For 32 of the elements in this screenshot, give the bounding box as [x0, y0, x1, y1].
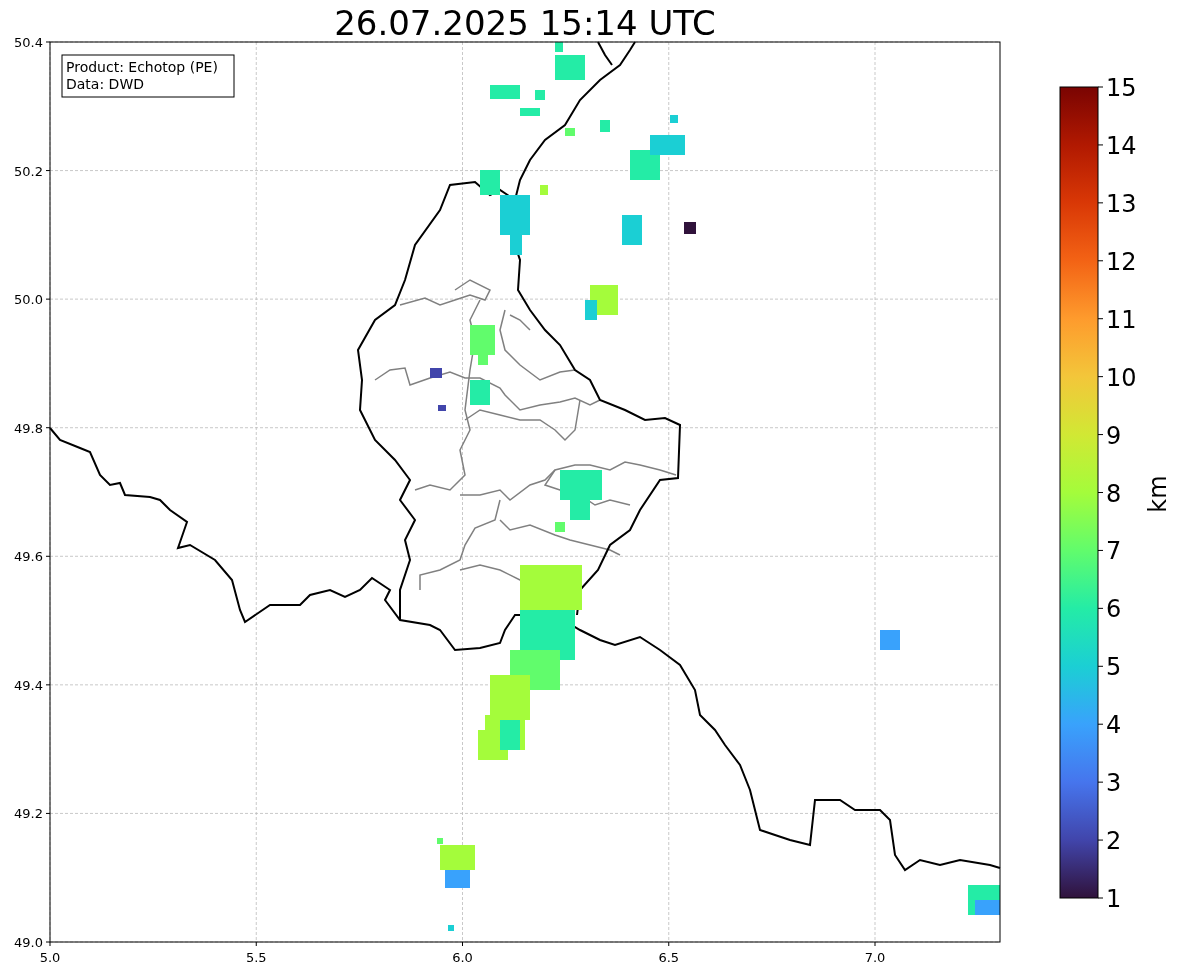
y-tick-label: 49.0: [14, 935, 43, 950]
x-tick-label: 6.5: [658, 950, 680, 965]
colorbar-tick-label: 8: [1106, 479, 1122, 508]
y-tick-label: 50.4: [14, 35, 43, 50]
y-tick-label: 49.2: [14, 806, 43, 822]
y-tick-label: 50.0: [14, 292, 43, 308]
colorbar-tick-label: 1: [1106, 885, 1122, 913]
x-tick-label: 5.5: [245, 950, 267, 965]
colorbar-tick-label: 6: [1106, 595, 1122, 624]
colorbar-tick-label: 3: [1106, 769, 1122, 798]
x-tick-label: 7.0: [864, 950, 886, 965]
colorbar-tick-label: 15: [1106, 74, 1137, 102]
colorbar-tick-label: 2: [1106, 827, 1122, 856]
colorbar-label: km: [1144, 475, 1172, 513]
y-tick-label: 49.4: [14, 677, 43, 693]
colorbar-tick-label: 10: [1106, 363, 1137, 392]
chart-title: 26.07.2025 15:14 UTC: [334, 3, 716, 43]
colorbar-tick-label: 5: [1106, 653, 1122, 682]
legend-text: Product: Echotop (PE): [66, 59, 218, 75]
x-tick-label: 5.0: [39, 950, 61, 965]
legend-text: Data: DWD: [66, 76, 144, 92]
colorbar-tick-label: 9: [1106, 421, 1122, 450]
colorbar-tick-label: 7: [1106, 537, 1122, 566]
colorbar-tick-label: 4: [1106, 711, 1122, 740]
colorbar-tick-label: 12: [1106, 247, 1137, 276]
colorbar-tick-label: 14: [1106, 131, 1137, 160]
colorbar-tick-label: 13: [1106, 189, 1137, 218]
y-tick-label: 49.8: [14, 420, 43, 436]
x-tick-label: 6.0: [452, 950, 473, 965]
y-tick-label: 49.6: [14, 549, 43, 565]
colorbar-tick-label: 11: [1106, 305, 1137, 334]
y-tick-label: 50.2: [14, 163, 43, 179]
